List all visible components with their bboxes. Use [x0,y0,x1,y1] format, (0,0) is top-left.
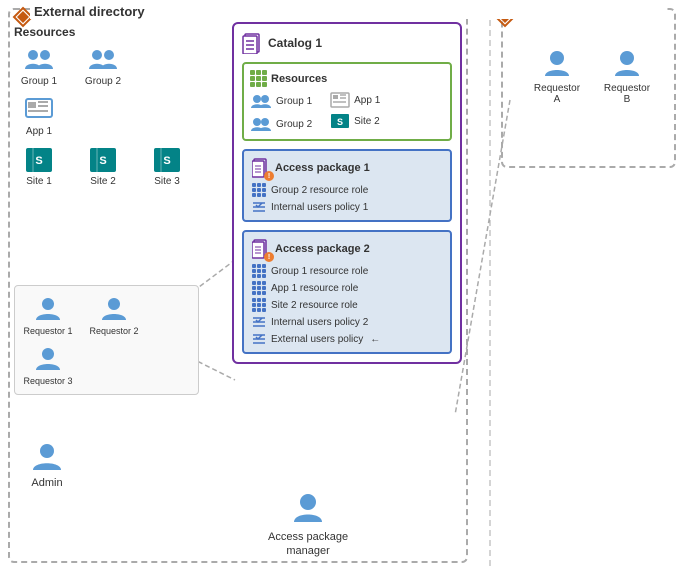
requestor-3: Requestor 3 [23,344,73,386]
resources-title: Resources [14,25,199,39]
catalog-site2-item: S Site 2 [330,113,380,129]
catalog-res-left: Group 1 Group 2 [250,92,312,133]
catalog-box: Catalog 1 Resources [232,22,462,364]
catalog-title: Catalog 1 [242,32,452,54]
pkg1-title-text: Access package 1 [275,162,370,174]
pkg1-policy: Internal users policy 1 [252,200,442,214]
pkg-manager-label: Access packagemanager [268,530,348,559]
requestor-a: Requestor A [532,48,582,105]
access-package-1: ! Access package 1 Group 2 [242,149,452,222]
svg-text:S: S [99,155,106,167]
svg-text:S: S [337,117,343,127]
resource-group1: Group 1 [14,45,64,87]
access-pkg-manager: Access packagemanager [268,490,348,559]
app-row: App 1 [14,97,199,137]
requestor-1: Requestor 1 [23,294,73,336]
resource-app1: App 1 [14,97,64,137]
catalog-resources-box: Resources Group 1 [242,62,452,141]
requestor-b: Requestor B [602,48,652,105]
requestors-row1: Requestor 1 Requestor 2 [23,294,190,336]
catalog-group2-item: Group 2 [250,115,312,133]
access-package-2: ! Access package 2 Group 1 [242,230,452,354]
external-dir-label: External directory [30,4,664,19]
resource-site2: S Site 2 [78,147,128,187]
diagram: Resource directory External directory Re… [0,0,684,581]
admin-section: Admin [30,440,64,489]
pkg2-role2: App 1 resource role [252,281,442,295]
pkg2-title: ! Access package 2 [252,238,442,260]
requestor-2: Requestor 2 [89,294,139,336]
pkg2-policy2: External users policy ← [252,332,442,346]
site-row: S Site 1 S Site 2 S Site 3 [14,147,199,187]
arrow-indicator: ← [370,334,380,345]
svg-text:S: S [163,155,170,167]
resource-site3: S Site 3 [142,147,192,187]
catalog-title-text: Catalog 1 [268,36,322,50]
pkg2-role3: Site 2 resource role [252,298,442,312]
pkg1-title: ! Access package 1 [252,157,442,179]
catalog-resources-title: Resources [250,70,444,87]
pkg2-policy1: Internal users policy 2 [252,315,442,329]
pkg2-title-text: Access package 2 [275,243,370,255]
svg-text:S: S [35,155,42,167]
pkg1-resource-role: Group 2 resource role [252,183,442,197]
external-requestors: Requestor A Requestor B [512,28,672,115]
group-row: Group 1 Group 2 [14,45,199,87]
resources-section: Resources Group 1 Group 2 [14,25,199,197]
resource-group2: Group 2 [78,45,128,87]
pkg2-role1: Group 1 resource role [252,264,442,278]
requestors-box: Requestor 1 Requestor 2 Requestor 3 [14,285,199,395]
catalog-res-right: App 1 S Site 2 [330,92,380,133]
catalog-group1-item: Group 1 [250,92,312,110]
catalog-resources-items: Group 1 Group 2 [250,92,444,133]
resource-site1: S Site 1 [14,147,64,187]
requestors-row2: Requestor 3 [23,344,190,386]
catalog-resources-label: Resources [271,73,327,85]
admin-label: Admin [31,477,62,489]
catalog-app1-item: App 1 [330,92,380,108]
